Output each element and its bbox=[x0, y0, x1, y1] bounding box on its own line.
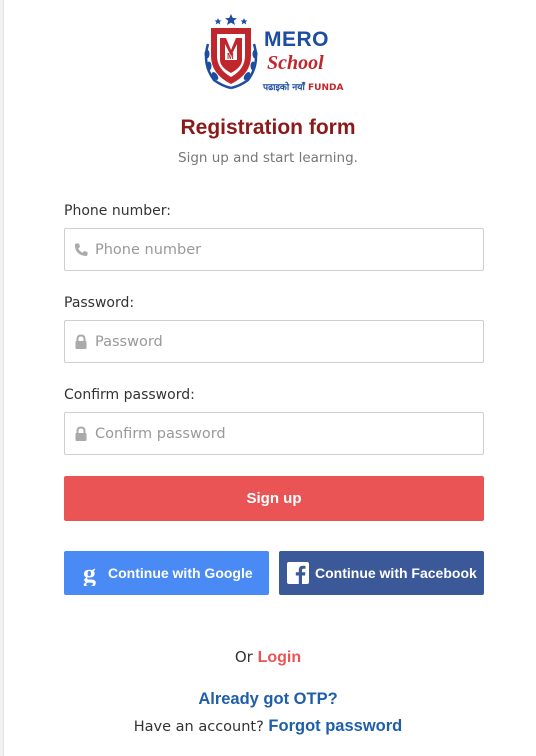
already-got-otp-link[interactable]: Already got OTP? bbox=[198, 690, 337, 708]
confirm-password-label: Confirm password: bbox=[64, 387, 195, 403]
svg-text:M: M bbox=[227, 52, 234, 61]
forgot-password-link[interactable]: Forgot password bbox=[268, 717, 402, 735]
confirm-password-field[interactable] bbox=[64, 412, 484, 455]
logo-tagline-funda: FUNDA bbox=[308, 83, 344, 93]
logo-tagline: पढाइको नयाँ FUNDA bbox=[263, 80, 343, 93]
shield-logo-icon: M bbox=[204, 14, 258, 90]
or-login-line: Or Login bbox=[0, 648, 536, 667]
password-label: Password: bbox=[64, 295, 135, 311]
phone-label: Phone number: bbox=[64, 203, 171, 219]
logo-tagline-nepali: पढाइको नयाँ bbox=[263, 83, 305, 93]
password-field[interactable] bbox=[64, 320, 484, 363]
account-line: Have an account? Forgot password bbox=[0, 717, 536, 736]
page-subtitle: Sign up and start learning. bbox=[178, 150, 358, 166]
svg-text:g: g bbox=[83, 560, 96, 586]
continue-with-facebook-button[interactable]: Continue with Facebook bbox=[279, 551, 484, 595]
or-text: Or bbox=[234, 648, 253, 666]
page-title: Registration form bbox=[180, 116, 356, 139]
confirm-password-input[interactable] bbox=[95, 413, 475, 454]
logo-school-text: School bbox=[267, 52, 324, 74]
mero-school-logo: M MERO School पढाइको नयाँ FUNDA bbox=[200, 14, 350, 94]
phone-field[interactable] bbox=[64, 228, 484, 271]
facebook-icon bbox=[287, 562, 309, 587]
facebook-button-label: Continue with Facebook bbox=[315, 565, 477, 581]
logo-mero-text: MERO bbox=[264, 28, 329, 51]
left-frame-border bbox=[0, 0, 4, 756]
google-icon: g bbox=[82, 559, 100, 589]
phone-icon bbox=[73, 242, 89, 258]
have-account-text: Have an account? bbox=[133, 719, 264, 735]
phone-input[interactable] bbox=[95, 229, 475, 270]
lock-icon bbox=[73, 334, 89, 350]
password-input[interactable] bbox=[95, 321, 475, 362]
google-button-label: Continue with Google bbox=[108, 565, 253, 581]
otp-line: Already got OTP? bbox=[0, 690, 536, 709]
login-link[interactable]: Login bbox=[258, 649, 302, 666]
lock-icon bbox=[73, 426, 89, 442]
sign-up-button[interactable]: Sign up bbox=[64, 476, 484, 521]
continue-with-google-button[interactable]: g Continue with Google bbox=[64, 551, 269, 595]
